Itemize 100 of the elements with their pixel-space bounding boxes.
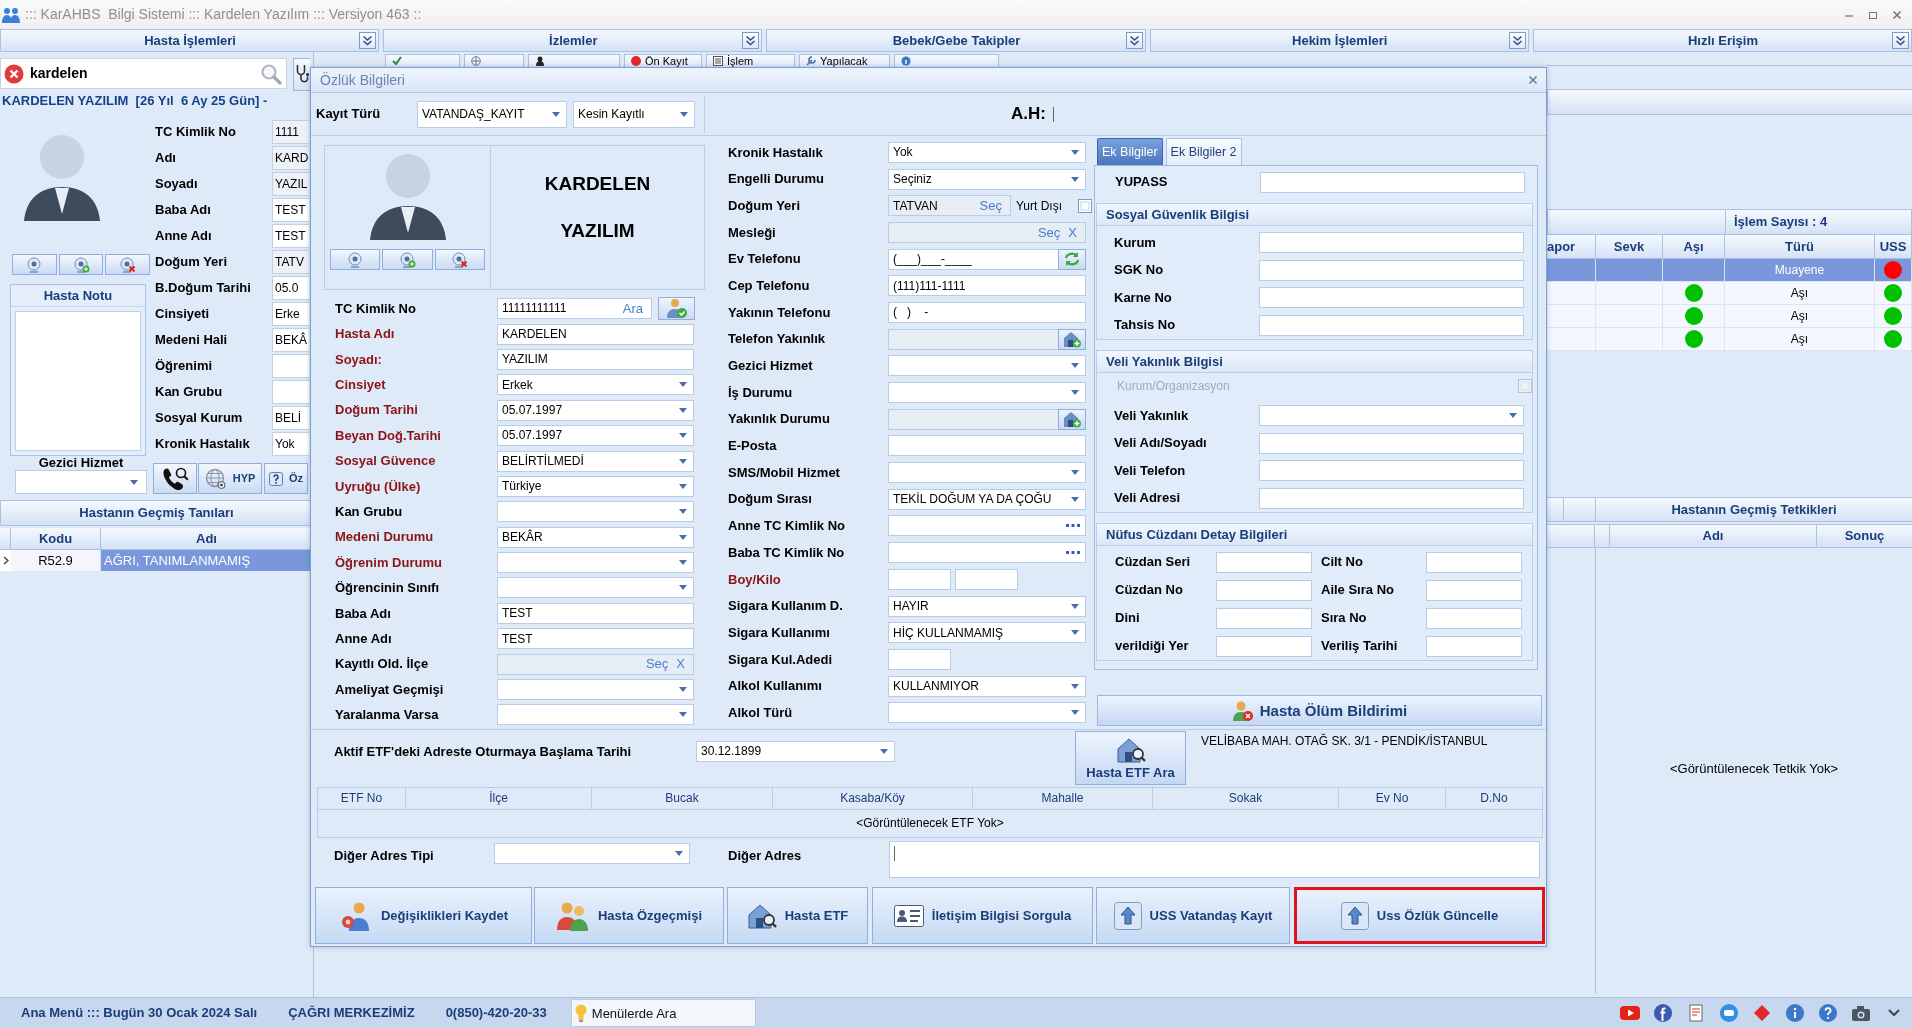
dropdown-field[interactable] [497,577,694,599]
text-field[interactable] [1426,579,1522,601]
text-field[interactable] [1259,287,1524,309]
text-field[interactable]: TEST [497,628,694,650]
tab[interactable]: Ek Bilgiler 2 [1165,138,1242,165]
select-link[interactable]: Seç [979,197,1002,214]
table-row[interactable]: Aşı [1547,328,1912,351]
text-field[interactable] [1216,551,1312,573]
dropdown-field[interactable]: 05.07.1997 [497,399,694,421]
etf-search-button[interactable]: Hasta ETF Ara [1075,731,1186,785]
text-field[interactable] [1259,460,1524,482]
photo-button[interactable] [105,254,150,275]
camera-button[interactable] [1851,1004,1871,1022]
text-field[interactable] [1259,432,1524,454]
video-play-button[interactable] [1620,1004,1640,1022]
text-field[interactable] [1216,607,1312,629]
column-header[interactable]: Kasaba/Köy [773,788,973,809]
text-field[interactable] [955,568,1018,590]
dropdown-field[interactable]: Yok [888,141,1086,163]
column-header[interactable] [1547,524,1595,548]
toolbar-button[interactable]: Ön Kayıt [624,54,702,67]
value-field[interactable]: TEST [272,198,309,222]
value-field[interactable]: TEST [272,224,309,248]
action-button[interactable]: Hasta ETF [727,887,868,944]
text-field[interactable] [1259,314,1524,336]
menu-panel-header[interactable]: Bebek/Gebe Takipler [766,29,1146,52]
dropdown-field[interactable]: Türkiye [497,475,694,497]
text-field[interactable] [1259,232,1524,254]
maximize-button[interactable] [1868,9,1878,20]
text-field[interactable]: ( ) - [888,301,1086,323]
value-field[interactable]: 1111 [272,120,309,144]
dropdown-field[interactable] [497,679,694,701]
close-button[interactable] [1892,9,1902,20]
text-field[interactable]: YAZILIM [497,348,694,370]
value-field[interactable] [272,354,309,378]
value-field[interactable] [272,380,309,404]
dropdown-field[interactable]: Kesin Kayıtlı [573,100,695,128]
column-header[interactable] [0,528,11,550]
collapse-button[interactable] [742,32,760,49]
photo-button[interactable] [330,249,381,270]
toolbar-button[interactable]: Yapılacak [799,54,890,67]
table-row[interactable]: Aşı [1547,282,1912,305]
help-button[interactable] [1818,1004,1838,1022]
chat-button[interactable] [1719,1004,1739,1022]
date-field[interactable]: 30.12.1899 [696,741,895,762]
verify-button[interactable] [658,297,695,321]
action-button[interactable]: İletişim Bilgisi Sorgula [872,887,1093,944]
column-header[interactable] [1547,497,1564,522]
value-field[interactable]: BELİ [272,406,309,430]
action-button[interactable]: Uss Özlük Güncelle [1294,887,1545,944]
text-field[interactable] [1216,579,1312,601]
column-header[interactable]: D.No [1446,788,1542,809]
table-row[interactable]: R52.9 AĞRI, TANIMLANMAMIŞ [0,550,313,571]
dropdown-field[interactable] [15,470,147,494]
menu-panel-header[interactable]: Hekim İşlemleri [1149,29,1529,52]
value-field[interactable]: Yok [272,432,309,456]
dropdown-field[interactable]: 05.07.1997 [497,425,694,447]
document-button[interactable] [1686,1004,1706,1022]
diamond-button[interactable] [1752,1004,1772,1022]
dropdown-field[interactable]: BEKÂR [497,526,694,548]
dropdown-field[interactable] [888,382,1086,404]
lookup-button[interactable] [1058,408,1086,430]
search-link[interactable]: Ara [622,300,643,317]
dropdown-field[interactable] [888,462,1086,484]
menu-search-field[interactable]: Menülerde Ara [570,999,756,1027]
collapse-button[interactable] [1125,32,1143,49]
text-field[interactable] [1426,635,1522,657]
lookup-field[interactable] [888,408,1086,430]
dropdown-field[interactable]: Erkek [497,374,694,396]
refresh-button[interactable] [1058,248,1086,270]
photo-button[interactable] [434,249,485,270]
dropdown-field[interactable]: HİÇ KULLANMAMIŞ [888,622,1086,644]
column-header[interactable]: Sevk [1596,235,1663,259]
toolbar-button[interactable]: Öz [264,463,308,494]
dropdown-field[interactable]: Seçiniz [888,168,1086,190]
dropdown-field[interactable] [1259,405,1524,427]
value-field[interactable]: TATV [272,250,309,274]
toolbar-button[interactable]: HYP [198,463,262,494]
phone-field[interactable]: (___)___-____ [888,248,1086,270]
value-field[interactable]: 05.0 [272,276,309,300]
text-field[interactable] [1426,607,1522,629]
menu-panel-header[interactable]: Hasta İşlemleri [0,29,380,52]
photo-button[interactable] [58,254,104,275]
column-header[interactable]: Sokak [1153,788,1339,809]
dropdown-field[interactable] [494,843,690,864]
value-field[interactable]: Erke [272,302,309,326]
text-field[interactable]: KARDELEN [497,323,694,345]
text-field[interactable] [888,648,951,670]
picker-field[interactable]: Seç X [497,653,694,675]
facebook-button[interactable] [1653,1004,1673,1022]
column-header[interactable]: apor [1547,235,1596,259]
info-button[interactable] [1785,1004,1805,1022]
text-field[interactable] [1259,487,1524,509]
photo-button[interactable] [382,249,433,270]
dropdown-field[interactable] [497,552,694,574]
text-field[interactable] [1216,635,1312,657]
dropdown-field[interactable]: KULLANMIYOR [888,675,1086,697]
dropdown-field[interactable]: TEKİL DOĞUM YA DA ÇOĞU [888,488,1086,510]
action-button[interactable]: USS Vatandaş Kayıt [1096,887,1290,944]
clear-button[interactable]: X [676,656,685,672]
